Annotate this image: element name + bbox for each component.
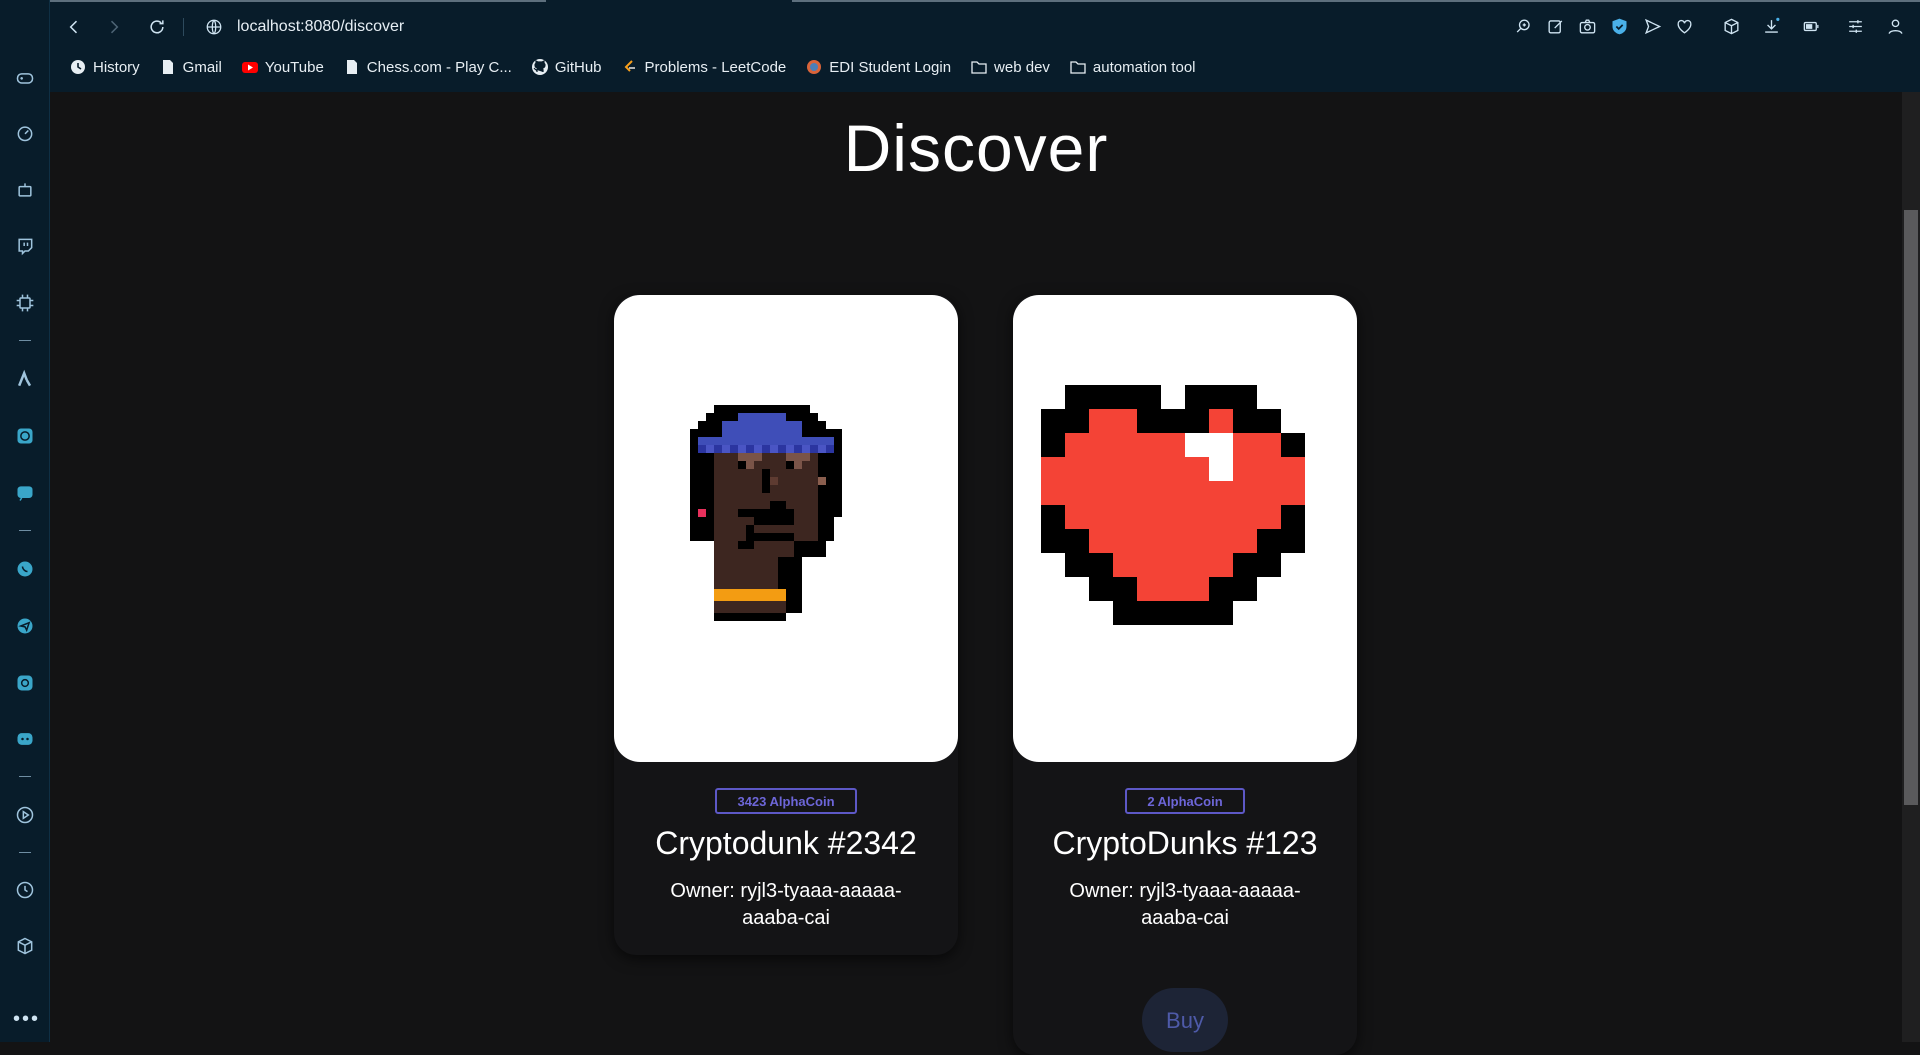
history-icon[interactable] [12, 877, 38, 903]
url-text[interactable]: localhost:8080/discover [237, 18, 404, 36]
buy-button[interactable]: Buy [1142, 988, 1228, 1052]
price-badge: 3423 AlphaCoin [715, 788, 857, 814]
instagram-icon[interactable] [12, 670, 38, 696]
whatsapp-icon[interactable] [12, 556, 38, 582]
gamepad-icon[interactable] [12, 65, 38, 91]
bookmark-label: web dev [994, 58, 1050, 76]
nft-image-punk[interactable] [614, 295, 958, 762]
player-icon[interactable] [12, 802, 38, 828]
page-title: Discover [843, 111, 1109, 185]
scrollbar-thumb[interactable] [1904, 210, 1918, 805]
chip-icon[interactable] [12, 290, 38, 316]
battery-saver-icon[interactable] [1800, 15, 1822, 37]
nft-image-heart[interactable] [1013, 295, 1357, 762]
bookmark-label: Gmail [182, 58, 222, 76]
extensions-cube-icon[interactable] [12, 933, 38, 959]
bookmark-github[interactable]: GitHub [531, 58, 602, 76]
bookmark-label: EDI Student Login [829, 58, 952, 76]
bookmark-edi[interactable]: EDI Student Login [806, 59, 951, 76]
punk-avatar-image [690, 404, 842, 621]
bookmark-youtube[interactable]: YouTube [241, 58, 324, 76]
price-badge: 2 AlphaCoin [1125, 788, 1245, 814]
bookmark-label: GitHub [554, 58, 602, 76]
youtube-icon [241, 59, 258, 75]
robot-icon[interactable] [12, 177, 38, 203]
bookmark-folder-automation-tool[interactable]: automation tool [1070, 59, 1196, 76]
bookmark-leetcode[interactable]: Problems - LeetCode [622, 58, 787, 76]
profile-icon[interactable] [1884, 15, 1906, 37]
nft-title: Cryptodunk #2342 [655, 825, 917, 861]
edi-icon [806, 59, 822, 75]
bookmark-label: History [93, 58, 140, 76]
cube-icon[interactable] [1720, 15, 1742, 37]
bookmark-chess[interactable]: Chess.com - Play C... [344, 59, 512, 76]
edit-icon[interactable] [1544, 15, 1566, 37]
reload-button[interactable] [147, 14, 167, 40]
browser-sidebar: ••• [0, 0, 50, 1042]
camera-icon[interactable] [1576, 15, 1598, 37]
document-icon [160, 59, 176, 75]
nft-title: CryptoDunks #123 [1052, 825, 1318, 861]
folder-icon [971, 59, 987, 75]
bookmark-folder-web-dev[interactable]: web dev [971, 59, 1050, 76]
bookmarks-bar: History Gmail YouTube Chess.com - Play C… [70, 56, 1196, 78]
send-icon[interactable] [1641, 15, 1663, 37]
folder-icon [1070, 59, 1086, 75]
nft-owner: Owner: ryjl3-tyaaa-aaaaa-aaaba-cai [1069, 880, 1301, 929]
search-zoom-icon[interactable] [1512, 15, 1534, 37]
bookmark-history[interactable]: History [70, 59, 140, 76]
document-icon [344, 59, 360, 75]
codesandbox-icon[interactable] [12, 480, 38, 506]
chatgpt-icon[interactable] [12, 423, 38, 449]
bookmark-label: Chess.com - Play C... [366, 58, 512, 76]
download-icon[interactable] [1760, 15, 1782, 37]
aria-icon[interactable] [12, 366, 38, 392]
bookmark-gmail[interactable]: Gmail [160, 59, 222, 76]
back-button[interactable] [64, 14, 84, 40]
more-icon[interactable]: ••• [13, 1008, 40, 1031]
telegram-icon[interactable] [12, 613, 38, 639]
bookmark-label: automation tool [1092, 58, 1196, 76]
address-divider [183, 18, 184, 36]
bookmark-label: Problems - LeetCode [644, 58, 787, 76]
speedometer-icon[interactable] [12, 120, 38, 146]
heart-icon[interactable] [1673, 15, 1695, 37]
forward-button[interactable] [104, 14, 124, 40]
pixel-heart-image [1041, 384, 1305, 625]
bookmark-label: YouTube [264, 58, 324, 76]
discord-icon[interactable] [12, 726, 38, 752]
twitch-icon[interactable] [12, 233, 38, 259]
github-icon [531, 59, 548, 75]
tab-indicator [50, 0, 546, 2]
clock-icon [70, 59, 86, 75]
address-bar[interactable]: localhost:8080/discover [205, 14, 404, 40]
nft-owner: Owner: ryjl3-tyaaa-aaaaa-aaaba-cai [670, 880, 902, 929]
tab-indicator [792, 0, 1920, 2]
shield-icon[interactable] [1608, 15, 1630, 37]
easy-setup-icon[interactable] [1844, 15, 1866, 37]
leetcode-icon [622, 59, 638, 75]
globe-icon [205, 18, 223, 36]
